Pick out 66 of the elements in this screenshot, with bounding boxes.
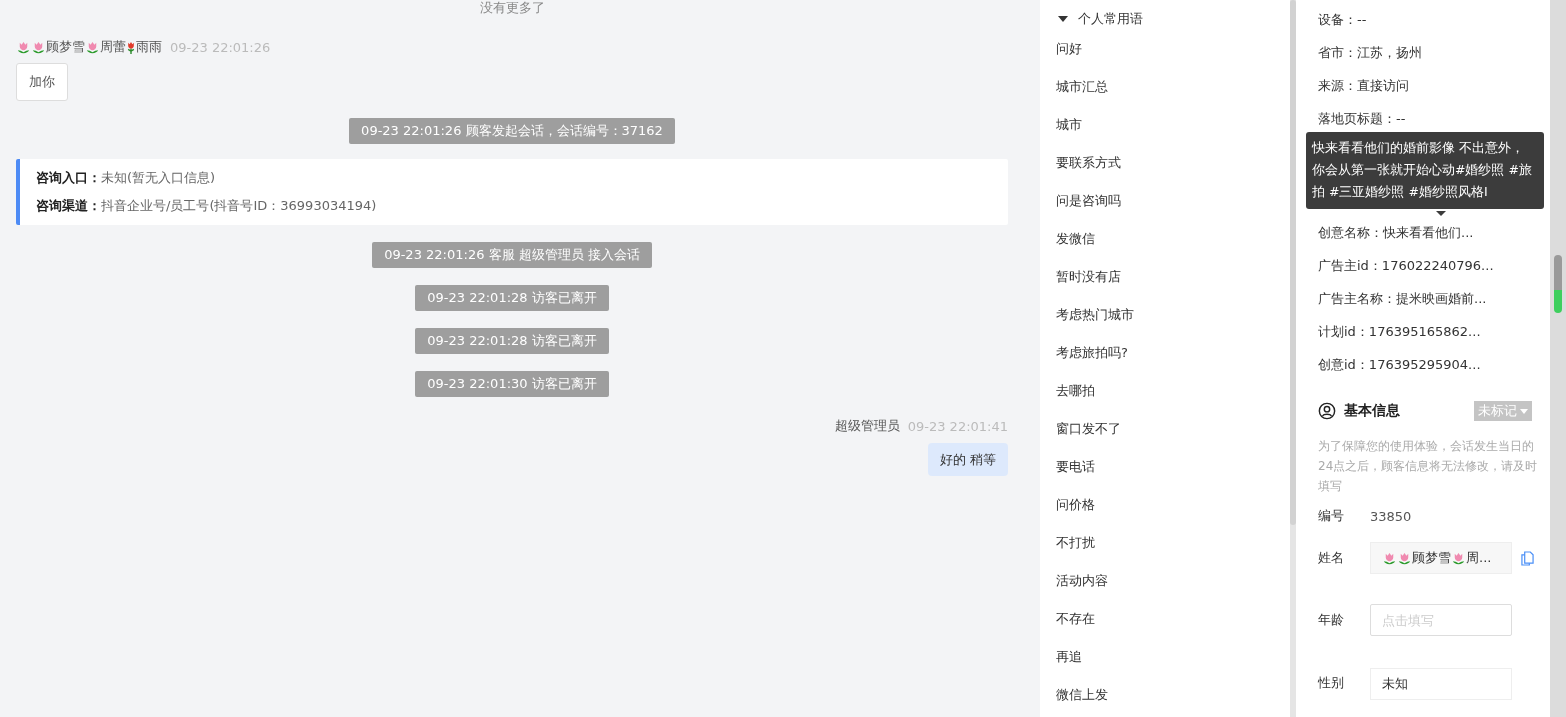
customer-name: 顾梦雪 (46, 38, 85, 56)
phrase-item[interactable]: 不打扰 (1056, 524, 1290, 562)
message-bubble: 加你 (16, 63, 68, 101)
agent-name: 超级管理员 (834, 417, 900, 435)
phrase-item[interactable]: 去哪拍 (1056, 372, 1290, 410)
phrase-item[interactable]: 问是咨询吗 (1056, 182, 1290, 220)
source-info-row-text: 广告主id：176022240796... (1318, 257, 1495, 275)
system-message: 09-23 22:01:30 访客已离开 (415, 371, 609, 397)
system-message: 09-23 22:01:26 客服 超级管理员 接入会话 (372, 242, 652, 268)
phrase-item[interactable]: 问好 (1056, 30, 1290, 68)
field-value: 33850 (1370, 508, 1412, 524)
phrase-item[interactable]: 要联系方式 (1056, 144, 1290, 182)
phrase-item[interactable]: 发微信 (1056, 220, 1290, 258)
tulip-icon (1382, 550, 1397, 566)
phrase-item[interactable]: 活动内容 (1056, 562, 1290, 600)
phrase-item[interactable]: 考虑热门城市 (1056, 296, 1290, 334)
gender-field[interactable]: 未知 (1370, 668, 1512, 700)
info-value: 抖音企业号/员工号(抖音号ID：36993034194) (101, 198, 377, 213)
tulip-icon (1397, 550, 1412, 566)
phrase-item[interactable]: 考虑旅拍吗? (1056, 334, 1290, 372)
field-label: 编号 (1318, 507, 1345, 525)
field-label: 姓名 (1318, 549, 1345, 567)
system-message: 09-23 22:01:28 访客已离开 (415, 328, 609, 354)
source-info-row-text: 来源：直接访问 (1318, 77, 1410, 95)
tulip-icon (1451, 550, 1466, 566)
phrase-group-header[interactable]: 个人常用语 (1056, 8, 1290, 30)
customer-name: 周蕾 (100, 38, 126, 56)
info-value: 未知(暂无入口信息) (101, 170, 216, 185)
source-info-row-text: 设备：-- (1318, 11, 1368, 29)
info-label: 咨询渠道： (36, 198, 101, 213)
user-icon (1318, 402, 1336, 420)
tulip-icon (16, 39, 31, 55)
message-time: 09-23 22:01:41 (907, 418, 1008, 434)
tulip-icon (85, 39, 100, 55)
source-info-row-text: 落地页标题：-- (1318, 110, 1407, 128)
caret-icon (1058, 16, 1068, 22)
message-bubble: 好的 稍等 (927, 443, 1008, 476)
source-info-row-text: 创意id：176395295904... (1318, 356, 1482, 374)
name-field[interactable]: 顾梦雪 周... (1370, 542, 1512, 574)
phrase-item[interactable]: 城市汇总 (1056, 68, 1290, 106)
phrase-item[interactable]: 微信上发 (1056, 676, 1290, 714)
system-message: 09-23 22:01:28 访客已离开 (415, 285, 609, 311)
phrase-item[interactable]: 问价格 (1056, 486, 1290, 524)
source-info-row-text: 计划id：176395165862... (1318, 323, 1482, 341)
phrase-item[interactable]: 不存在 (1056, 600, 1290, 638)
field-label: 性别 (1318, 674, 1345, 692)
caret-icon (1520, 408, 1528, 414)
source-info-row-text: 省市：江苏，扬州 (1318, 44, 1423, 62)
phrase-item[interactable]: 窗口发不了 (1056, 410, 1290, 448)
phrase-item[interactable]: 再追 (1056, 638, 1290, 676)
message-time: 09-23 22:01:26 (170, 39, 271, 55)
notice-text: 为了保障您的使用体验，会话发生当日的24点之后，顾客信息将无法修改，请及时填写 (1318, 438, 1538, 495)
section-title: 基本信息 (1344, 402, 1400, 420)
tulip-icon (31, 39, 46, 55)
field-label: 年龄 (1318, 611, 1345, 629)
info-label: 咨询入口： (36, 170, 101, 185)
source-info-row-text: 广告主名称：提米映画婚前... (1318, 290, 1488, 308)
tooltip: 快来看看他们的婚前影像 不出意外， 你会从第一张就开始心动#婚纱照 #旅 拍 #三亚婚纱照 #婚纱照风格I (1306, 132, 1544, 209)
phrase-item[interactable]: 暂时没有店 (1056, 258, 1290, 296)
no-more-text: 没有更多了 (479, 0, 545, 16)
phrase-item[interactable]: 城市 (1056, 106, 1290, 144)
source-info-row-text: 创意名称：快来看看他们... (1318, 224, 1475, 242)
copy-icon[interactable] (1521, 550, 1534, 566)
phrase-item[interactable]: 要电话 (1056, 448, 1290, 486)
customer-name: 雨雨 (136, 38, 162, 56)
system-message: 09-23 22:01:26 顾客发起会话，会话编号：37162 (349, 118, 675, 144)
